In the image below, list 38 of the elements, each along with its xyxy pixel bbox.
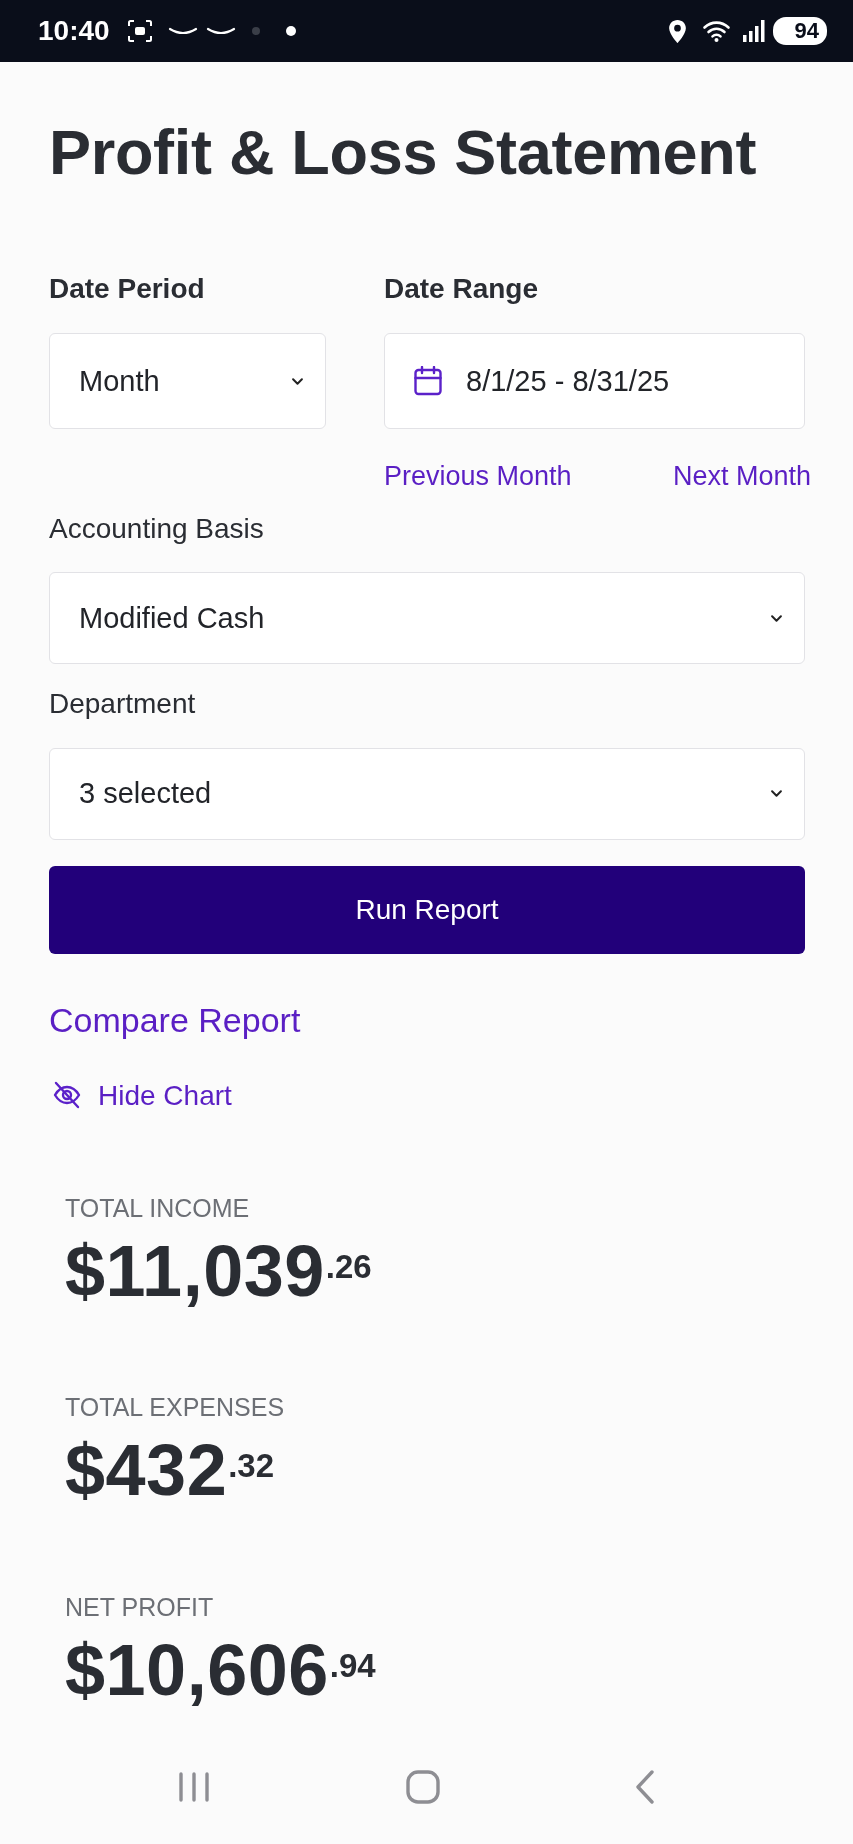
department-dropdown[interactable]: 3 selected: [49, 747, 805, 840]
calendar-icon: [414, 366, 442, 397]
location-pin-icon: [668, 19, 686, 43]
recent-apps-icon[interactable]: [178, 1772, 210, 1802]
field-label: Accounting Basis: [49, 511, 264, 546]
total-amount: $11,039$^{.26}$: [65, 1232, 372, 1312]
chevron-down-icon: [771, 614, 782, 622]
dot-icon: [251, 27, 260, 35]
field-label: Department: [49, 687, 196, 721]
date-range-field[interactable]: 8/1/25 - 8/31/25: [384, 333, 805, 430]
field-label: Date Range: [384, 271, 539, 306]
total-label: TOTAL EXPENSES: [65, 1392, 285, 1423]
chevron-down-icon: [771, 790, 782, 798]
total-label: TOTAL INCOME: [65, 1193, 250, 1224]
period-dropdown[interactable]: Month: [49, 333, 326, 430]
arc-icon: [205, 27, 236, 35]
home-icon[interactable]: [406, 1770, 440, 1804]
status-time: 10:40: [38, 15, 110, 47]
compare-report-link[interactable]: Compare Report: [49, 999, 301, 1041]
total-label: NET PROFIT: [65, 1591, 214, 1622]
signal-icon: [742, 20, 765, 42]
period-link[interactable]: Next Month: [672, 460, 811, 493]
page-title: Profit & Loss Statement: [49, 116, 757, 189]
total-amount: $432$^{.32}$: [65, 1431, 275, 1511]
hide-chart-button[interactable]: Hide Chart: [49, 1078, 232, 1113]
dot-icon: [285, 26, 296, 36]
back-icon[interactable]: [635, 1770, 655, 1804]
field-label: Date Period: [49, 271, 205, 306]
run-report-button[interactable]: Run Report: [49, 865, 805, 954]
period-link[interactable]: Previous Month: [384, 460, 572, 493]
wifi-icon: [701, 20, 731, 42]
eye-off-icon: [52, 1081, 82, 1110]
basis-dropdown[interactable]: Modified Cash: [49, 572, 805, 665]
battery-indicator: 94: [772, 17, 827, 45]
chevron-down-icon: [292, 377, 303, 385]
arc-icon: [167, 27, 198, 35]
total-amount: $10,606$^{.94}$: [65, 1630, 376, 1710]
screenshot-icon: [127, 20, 152, 42]
